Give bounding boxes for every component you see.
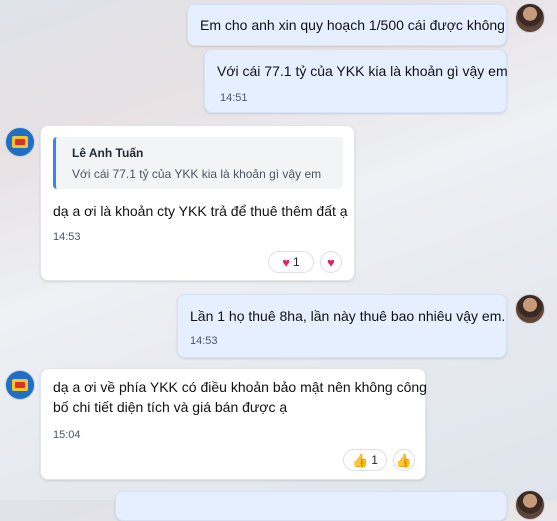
- contact-avatar[interactable]: [5, 127, 35, 157]
- message-text-line: dạ a ơi về phía YKK có điều khoản bảo mậ…: [53, 379, 427, 395]
- quoted-text: Với cái 77.1 tỷ của YKK kia là khoản gì …: [72, 167, 322, 181]
- company-logo-icon: [12, 379, 28, 391]
- reaction-count: 1: [293, 255, 300, 269]
- message-text: Với cái 77.1 tỷ của YKK kia là khoản gì …: [217, 63, 508, 79]
- react-heart-button[interactable]: ♥: [320, 251, 342, 273]
- react-like-button[interactable]: 👍: [393, 449, 415, 471]
- thumbs-up-icon: 👍: [352, 452, 369, 468]
- message-time: 14:53: [190, 335, 218, 347]
- quoted-message[interactable]: Lê Anh Tuấn Với cái 77.1 tỷ của YKK kia …: [53, 137, 343, 189]
- user-avatar[interactable]: [515, 490, 545, 520]
- message-bubble-incoming[interactable]: dạ a ơi về phía YKK có điều khoản bảo mậ…: [40, 368, 427, 480]
- message-text: dạ a ơi là khoản cty YKK trả để thuê thê…: [53, 203, 348, 219]
- message-bubble-incoming[interactable]: Lê Anh Tuấn Với cái 77.1 tỷ của YKK kia …: [40, 125, 355, 281]
- message-text-line: bố chi tiết diện tích và giá bán được ạ: [53, 399, 288, 415]
- message-time: 14:51: [220, 92, 248, 104]
- message-text: Em cho anh xin quy hoạch 1/500 cái được …: [200, 17, 505, 33]
- reaction-count: 1: [371, 453, 378, 467]
- message-bubble-outgoing[interactable]: Với cái 77.1 tỷ của YKK kia là khoản gì …: [204, 49, 508, 113]
- thumbs-up-icon: 👍: [395, 452, 413, 468]
- message-bubble-outgoing[interactable]: Em cho anh xin quy hoạch 1/500 cái được …: [187, 4, 507, 46]
- reaction-summary[interactable]: 👍 1: [343, 449, 387, 471]
- message-bubble-outgoing[interactable]: Lần 1 họ thuê 8ha, lần này thuê bao nhiê…: [177, 294, 507, 358]
- heart-icon: ♥: [327, 254, 335, 270]
- reaction-summary[interactable]: ♥ 1: [268, 251, 314, 273]
- user-avatar[interactable]: [515, 294, 545, 324]
- message-bubble-outgoing[interactable]: [115, 491, 507, 521]
- message-time: 14:53: [53, 231, 81, 243]
- message-text: Lần 1 họ thuê 8ha, lần này thuê bao nhiê…: [190, 308, 506, 324]
- company-logo-icon: [12, 136, 28, 148]
- contact-avatar[interactable]: [5, 370, 35, 400]
- message-time: 15:04: [53, 429, 81, 441]
- quoted-sender-name: Lê Anh Tuấn: [72, 146, 144, 160]
- heart-icon: ♥: [282, 254, 291, 270]
- user-avatar[interactable]: [515, 3, 545, 33]
